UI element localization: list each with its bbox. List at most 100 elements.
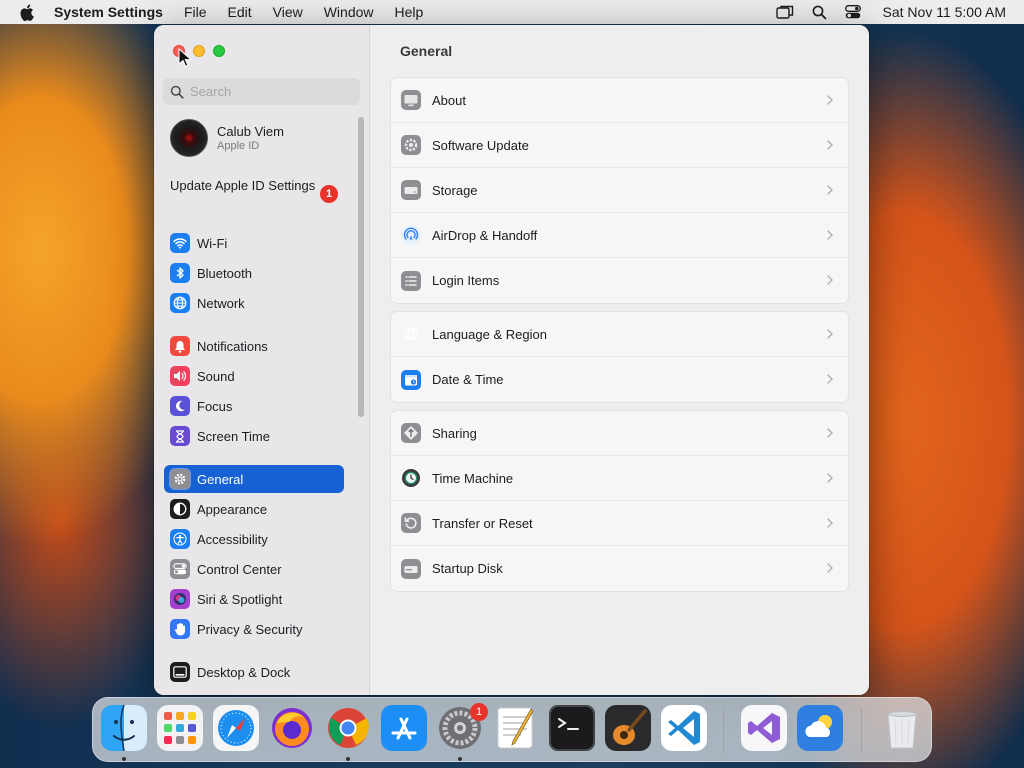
- firefox-icon[interactable]: [269, 705, 315, 751]
- app-store-icon[interactable]: [381, 705, 427, 751]
- sidebar-scrollbar[interactable]: [358, 117, 364, 417]
- wifi-icon: [170, 233, 190, 253]
- sidebar-item-label: Privacy & Security: [197, 621, 303, 637]
- sidebar-item-appearance[interactable]: Appearance: [164, 495, 344, 523]
- sidebar-item-wi-fi[interactable]: Wi-Fi: [164, 229, 344, 257]
- running-indicator: [122, 757, 126, 761]
- sidebar-item-label: Notifications: [197, 338, 268, 354]
- sidebar-item-label: Network: [197, 295, 245, 311]
- row-label: AirDrop & Handoff: [432, 227, 538, 243]
- account-name: Calub Viem: [217, 124, 284, 139]
- sidebar-item-label: Siri & Spotlight: [197, 591, 283, 607]
- menu-app-name[interactable]: System Settings: [54, 4, 163, 20]
- row-time-machine[interactable]: Time Machine: [391, 456, 848, 501]
- avatar: [170, 119, 208, 157]
- zoom-button[interactable]: [213, 45, 225, 57]
- row-label: Software Update: [432, 137, 529, 153]
- row-label: About: [432, 92, 466, 108]
- mouse-cursor-icon: [178, 48, 192, 67]
- menu-edit[interactable]: Edit: [228, 4, 252, 20]
- control-center-icon[interactable]: [844, 5, 861, 19]
- trash-icon[interactable]: [879, 705, 925, 751]
- menu-help[interactable]: Help: [395, 4, 424, 20]
- row-label: Language & Region: [432, 326, 547, 342]
- sidebar-item-control-center[interactable]: Control Center: [164, 555, 344, 583]
- safari-icon[interactable]: [213, 705, 259, 751]
- row-label: Storage: [432, 182, 478, 198]
- moon-icon: [170, 396, 190, 416]
- drive-icon: [401, 180, 421, 200]
- row-language-region[interactable]: Language & Region: [391, 312, 848, 357]
- finder-icon[interactable]: [101, 704, 147, 752]
- row-storage[interactable]: Storage: [391, 168, 848, 213]
- screen-mirroring-icon[interactable]: [775, 5, 794, 19]
- chevron-right-icon: [826, 228, 836, 242]
- settings-group: Sharing Time Machine Transfer or Reset Star…: [390, 410, 849, 592]
- chevron-right-icon: [826, 561, 836, 575]
- content-pane: General About Software Update Storage AirDr…: [370, 25, 869, 695]
- sidebar: Calub Viem Apple ID Update Apple ID Sett…: [154, 25, 370, 695]
- sidebar-item-screen-time[interactable]: Screen Time: [164, 422, 344, 450]
- minimize-button[interactable]: [193, 45, 205, 57]
- airdrop-icon: [401, 225, 421, 245]
- row-software-update[interactable]: Software Update: [391, 123, 848, 168]
- sidebar-item-bluetooth[interactable]: Bluetooth: [164, 259, 344, 287]
- search-field[interactable]: [163, 78, 360, 105]
- search-icon: [170, 85, 184, 99]
- account-subtitle: Apple ID: [217, 140, 260, 152]
- menu-window[interactable]: Window: [324, 4, 374, 20]
- row-airdrop-handoff[interactable]: AirDrop & Handoff: [391, 213, 848, 258]
- calendar-icon: [401, 369, 421, 390]
- row-startup-disk[interactable]: Startup Disk: [391, 546, 848, 591]
- sidebar-item-label: Focus: [197, 398, 233, 414]
- chevron-right-icon: [826, 183, 836, 197]
- bluetooth-icon: [170, 263, 190, 283]
- dock-badge: 1: [470, 703, 488, 721]
- chrome-icon[interactable]: [325, 705, 371, 751]
- row-sharing[interactable]: Sharing: [391, 411, 848, 456]
- vscode-icon[interactable]: [661, 705, 707, 751]
- weather-icon[interactable]: [797, 705, 843, 751]
- sidebar-item-siri-spotlight[interactable]: Siri & Spotlight: [164, 585, 344, 613]
- row-label: Startup Disk: [432, 561, 503, 576]
- row-date-time[interactable]: Date & Time: [391, 357, 848, 402]
- row-login-items[interactable]: Login Items: [391, 258, 848, 303]
- chevron-right-icon: [826, 138, 836, 152]
- sidebar-item-notifications[interactable]: Notifications: [164, 332, 344, 360]
- apple-id-account[interactable]: Calub Viem Apple ID: [170, 119, 284, 157]
- sidebar-item-sound[interactable]: Sound: [164, 362, 344, 390]
- sidebar-item-general[interactable]: General: [164, 465, 344, 493]
- row-about[interactable]: About: [391, 78, 848, 123]
- search-input[interactable]: [190, 84, 350, 99]
- gear-badge-icon: [401, 135, 421, 155]
- spotlight-search-icon[interactable]: [812, 5, 827, 20]
- apple-icon[interactable]: [19, 3, 35, 21]
- time-machine-icon: [401, 468, 421, 488]
- sidebar-item-label: Accessibility: [197, 531, 268, 547]
- launchpad-icon[interactable]: [157, 705, 203, 751]
- menu-bar: System Settings File Edit View Window He…: [0, 0, 1024, 24]
- terminal-icon[interactable]: [549, 705, 595, 751]
- sidebar-item-privacy-security[interactable]: Privacy & Security: [164, 615, 344, 643]
- menu-file[interactable]: File: [184, 4, 207, 20]
- sidebar-item-accessibility[interactable]: Accessibility: [164, 525, 344, 553]
- chevron-right-icon: [826, 516, 836, 530]
- visual-studio-icon[interactable]: [741, 705, 787, 751]
- update-apple-id-settings[interactable]: Update Apple ID Settings: [170, 178, 342, 194]
- row-transfer-or-reset[interactable]: Transfer or Reset: [391, 501, 848, 546]
- sidebar-item-network[interactable]: Network: [164, 289, 344, 317]
- sidebar-item-focus[interactable]: Focus: [164, 392, 344, 420]
- garageband-icon[interactable]: [605, 705, 651, 751]
- running-indicator: [346, 757, 350, 761]
- dock-separator: [861, 708, 862, 753]
- bell-icon: [170, 336, 190, 356]
- textedit-icon[interactable]: [493, 705, 539, 751]
- menu-clock[interactable]: Sat Nov 11 5:00 AM: [883, 4, 1006, 20]
- chevron-right-icon: [826, 426, 836, 440]
- list-icon: [401, 270, 421, 291]
- row-label: Login Items: [432, 273, 500, 288]
- sidebar-item-desktop-dock[interactable]: Desktop & Dock: [164, 658, 344, 686]
- menu-view[interactable]: View: [273, 4, 303, 20]
- chevron-right-icon: [826, 471, 836, 485]
- siri-icon: [170, 589, 190, 609]
